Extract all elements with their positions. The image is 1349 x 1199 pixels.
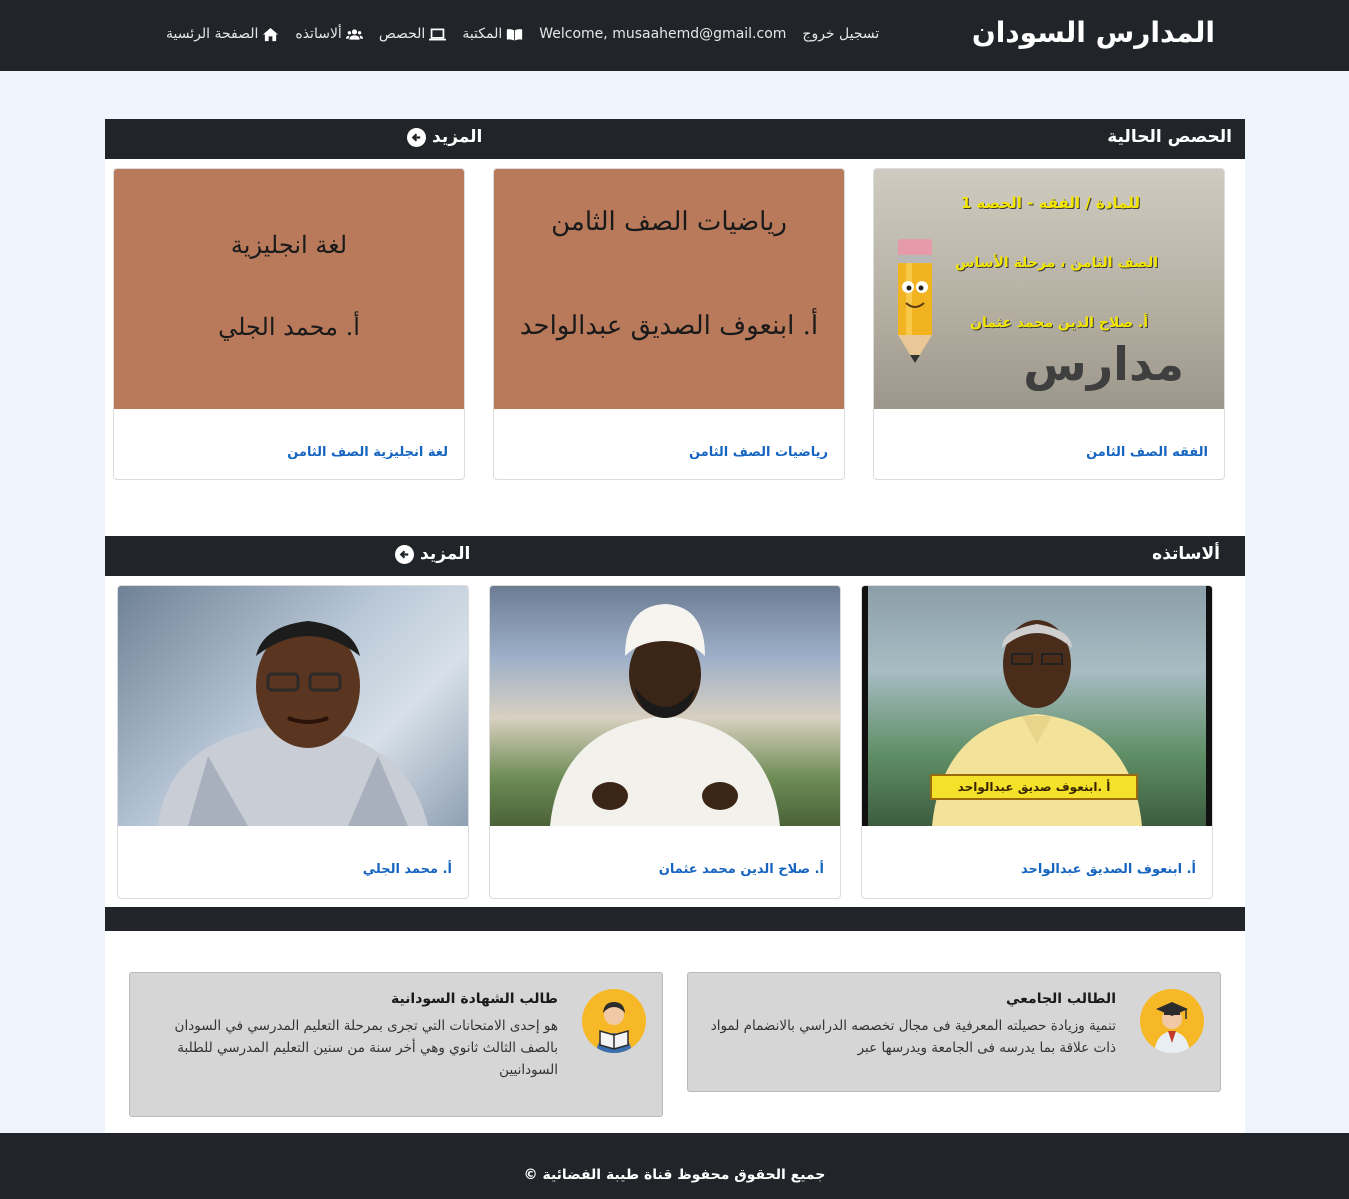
- lesson-thumb-line: الصف الثامن ، مرحلة الأساس: [955, 255, 1158, 271]
- teachers-section-title: ألاساتذه: [1152, 544, 1220, 564]
- nav-home-label: الصفحة الرئسية: [166, 26, 259, 42]
- lesson-thumbnail: رياضيات الصف الثامن أ. ابنعوف الصديق عبد…: [494, 169, 844, 409]
- teacher-card[interactable]: أ. صلاح الدين محمد عثمان: [489, 585, 841, 899]
- lesson-card[interactable]: رياضيات الصف الثامن أ. ابنعوف الصديق عبد…: [493, 168, 845, 480]
- lesson-card-title[interactable]: الفقه الصف الثامن: [1086, 445, 1208, 460]
- feature-description: تنمية وزيادة حصيلته المعرفية فى مجال تخص…: [710, 1018, 1116, 1056]
- main-container: الحصص الحالية المزيد للمادة / الفقه - ال…: [105, 119, 1245, 1133]
- nav-library-label: المكتبة: [462, 26, 503, 42]
- lesson-thumb-line: أ. صلاح الدين محمد عثمان: [970, 315, 1148, 331]
- teacher-card[interactable]: أ .ابنعوف صديق عبدالواحد أ. ابنعوف الصدي…: [861, 585, 1213, 899]
- users-icon: [345, 28, 363, 40]
- pencil-mascot-icon: [898, 239, 932, 363]
- nav-lessons[interactable]: الحصص: [378, 26, 447, 42]
- lesson-card-title[interactable]: رياضيات الصف الثامن: [689, 445, 828, 460]
- nav-home[interactable]: الصفحة الرئسية: [166, 26, 279, 42]
- nav-teachers[interactable]: ألاساتذه: [295, 26, 363, 42]
- lesson-thumbnail: للمادة / الفقه - الحصه 1 الصف الثامن ، م…: [874, 169, 1224, 409]
- lessons-more-label: المزيد: [432, 127, 483, 147]
- teacher-name-caption: أ .ابنعوف صديق عبدالواحد: [930, 774, 1138, 800]
- laptop-icon: [429, 28, 447, 40]
- home-icon: [263, 27, 279, 41]
- lessons-section-title: الحصص الحالية: [1107, 127, 1232, 147]
- lesson-thumb-line: للمادة / الفقه - الحصه 1: [960, 194, 1140, 212]
- section-divider: [105, 907, 1245, 931]
- lesson-thumb-line: لغة انجليزية: [230, 231, 348, 259]
- lesson-card[interactable]: للمادة / الفقه - الحصه 1 الصف الثامن ، م…: [873, 168, 1225, 480]
- teacher-card-name[interactable]: أ. صلاح الدين محمد عثمان: [659, 862, 824, 877]
- brand-logo[interactable]: المدارس السودان: [972, 16, 1215, 49]
- nav-library[interactable]: المكتبة: [462, 26, 523, 42]
- teacher-card-name[interactable]: أ. محمد الجلي: [363, 862, 452, 877]
- madares-logo-text: مدارس: [1023, 337, 1184, 391]
- teachers-more-label: المزيد: [420, 544, 471, 564]
- nav-teachers-label: ألاساتذه: [295, 26, 342, 42]
- lesson-card-title[interactable]: لغة انجليزية الصف الثامن: [287, 445, 448, 460]
- lessons-section-bar: الحصص الحالية المزيد: [105, 119, 1245, 159]
- welcome-text: Welcome, musaahemd@gmail.com: [539, 26, 787, 42]
- feature-title: طالب الشهادة السودانية: [390, 991, 558, 1007]
- lesson-card[interactable]: لغة انجليزية أ. محمد الجلي لغة انجليزية …: [113, 168, 465, 480]
- feature-box-university: الطالب الجامعي تنمية وزيادة حصيلته المعر…: [687, 972, 1221, 1092]
- book-open-icon: [507, 28, 523, 40]
- teacher-photo: أ .ابنعوف صديق عبدالواحد: [862, 586, 1212, 826]
- teacher-photo: [118, 586, 468, 826]
- teachers-more-link[interactable]: المزيد: [395, 544, 470, 564]
- footer: جميع الحقوق محفوظ قناة طيبة الفضائية ©: [0, 1133, 1349, 1199]
- lesson-thumb-line: أ. محمد الجلي: [218, 313, 360, 341]
- teacher-photo: [490, 586, 840, 826]
- lessons-more-link[interactable]: المزيد: [407, 127, 482, 147]
- teacher-card[interactable]: أ. محمد الجلي: [117, 585, 469, 899]
- graduate-icon: [1140, 989, 1204, 1053]
- navbar: المدارس السودان الصفحة الرئسية ألاساتذه …: [0, 0, 1349, 71]
- teachers-section-bar: ألاساتذه المزيد: [105, 536, 1245, 576]
- logout-link[interactable]: تسجيل خروج: [802, 26, 879, 42]
- nav-links: الصفحة الرئسية ألاساتذه الحصص المكتبة We…: [166, 26, 879, 42]
- arrow-left-circle-icon: [395, 544, 414, 564]
- lesson-thumb-line: رياضيات الصف الثامن: [551, 207, 787, 237]
- feature-title: الطالب الجامعي: [1005, 991, 1116, 1007]
- feature-description: هو إحدى الامتحانات التي تجرى بمرحلة التع…: [174, 1018, 558, 1078]
- lesson-thumb-line: أ. ابنعوف الصديق عبدالواحد: [519, 311, 819, 341]
- arrow-left-circle-icon: [407, 127, 426, 147]
- nav-lessons-label: الحصص: [378, 26, 426, 42]
- lesson-thumbnail: لغة انجليزية أ. محمد الجلي: [114, 169, 464, 409]
- teacher-card-name[interactable]: أ. ابنعوف الصديق عبدالواحد: [1021, 862, 1196, 877]
- feature-box-certificate: طالب الشهادة السودانية هو إحدى الامتحانا…: [129, 972, 663, 1117]
- copyright-text: جميع الحقوق محفوظ قناة طيبة الفضائية ©: [523, 1167, 826, 1183]
- student-reading-icon: [582, 989, 646, 1053]
